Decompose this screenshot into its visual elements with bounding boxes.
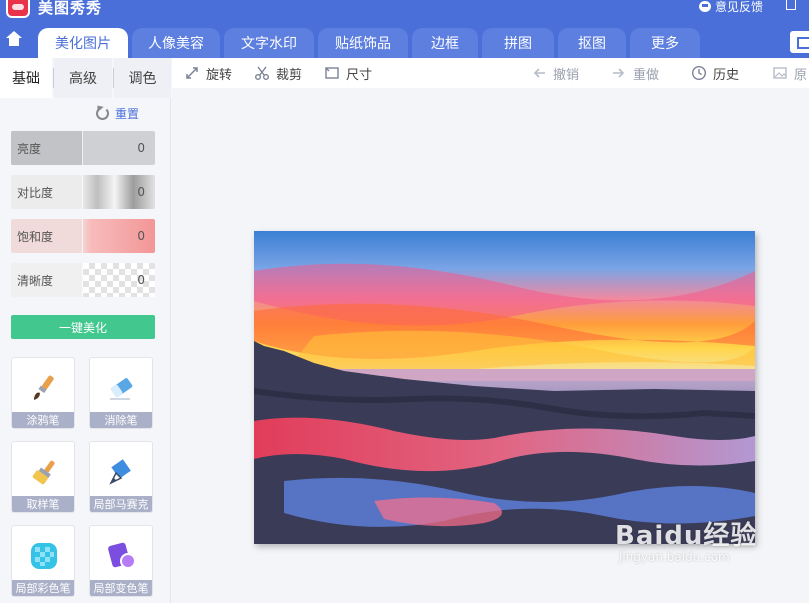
title-bar: 美图秀秀 意见反馈 xyxy=(0,0,809,28)
local-recolor-pen-tool[interactable]: 局部变色笔 xyxy=(89,525,153,597)
tool-label: 局部彩色笔 xyxy=(12,580,74,596)
undo-arrow-icon xyxy=(533,68,545,78)
image-icon xyxy=(773,67,787,79)
feedback-label: 意见反馈 xyxy=(715,0,764,14)
tab-beautify[interactable]: 美化图片 xyxy=(38,28,128,58)
subtab-advanced[interactable]: 高级 xyxy=(54,58,112,98)
watermark-url: jingyan.baidu.com xyxy=(619,550,730,564)
brightness-label: 亮度 xyxy=(11,131,82,165)
rotate-button[interactable]: 旋转 xyxy=(184,58,232,88)
tool-label: 涂鸦笔 xyxy=(12,412,74,428)
sharpness-value: 0 xyxy=(137,273,145,287)
undo-button[interactable]: 撤销 xyxy=(531,58,579,88)
one-click-beautify-button[interactable]: 一键美化 xyxy=(11,315,155,339)
slider-divider xyxy=(82,263,83,297)
slider-divider xyxy=(82,219,83,253)
scissors-icon xyxy=(255,66,269,80)
sharpness-slider[interactable]: 清晰度 0 xyxy=(11,263,155,297)
app-logo-icon xyxy=(6,0,30,18)
resize-button[interactable]: 尺寸 xyxy=(324,58,372,88)
tab-cutout[interactable]: 抠图 xyxy=(558,28,626,58)
crop-label: 裁剪 xyxy=(276,67,303,83)
sample-brush-icon xyxy=(32,460,55,485)
redo-arrow-icon xyxy=(613,68,625,78)
baidu-watermark: Baidu经验 jingyan.baidu.com xyxy=(615,515,757,564)
paintbrush-icon xyxy=(34,375,54,400)
image-canvas[interactable]: Baidu经验 jingyan.baidu.com xyxy=(172,88,809,603)
saturation-label: 饱和度 xyxy=(17,229,54,244)
saturation-value: 0 xyxy=(137,229,145,243)
tab-more[interactable]: 更多 xyxy=(630,28,700,58)
redo-label: 重做 xyxy=(633,67,660,83)
redo-button[interactable]: 重做 xyxy=(611,58,659,88)
sample-pen-tool[interactable]: 取样笔 xyxy=(11,441,75,513)
tab-portrait[interactable]: 人像美容 xyxy=(132,28,220,58)
eraser-icon xyxy=(110,378,133,400)
doodle-pen-tool[interactable]: 涂鸦笔 xyxy=(11,357,75,429)
tool-label: 消除笔 xyxy=(90,412,152,428)
history-label: 历史 xyxy=(713,67,740,83)
rotate-icon xyxy=(186,67,198,79)
screen-button[interactable] xyxy=(790,31,809,53)
color-brush-icon xyxy=(31,543,57,569)
tab-border[interactable]: 边框 xyxy=(412,28,478,58)
tool-label: 取样笔 xyxy=(12,496,74,512)
watermark-main: Baidu经验 xyxy=(615,521,758,551)
home-button[interactable] xyxy=(0,28,28,58)
photo-image xyxy=(254,231,755,544)
tab-stickers[interactable]: 贴纸饰品 xyxy=(318,28,408,58)
history-button[interactable]: 历史 xyxy=(691,58,739,88)
feedback-button[interactable]: 意见反馈 xyxy=(699,0,763,15)
crop-button[interactable]: 裁剪 xyxy=(254,58,302,88)
tab-collage[interactable]: 拼图 xyxy=(482,28,554,58)
recolor-brush-icon xyxy=(108,542,136,569)
saturation-slider[interactable]: 饱和度 0 xyxy=(11,219,155,253)
sharpness-label: 清晰度 xyxy=(11,263,82,297)
original-image-button[interactable]: 原 xyxy=(772,58,807,88)
home-icon xyxy=(6,31,22,49)
sunset-seascape-photo[interactable] xyxy=(254,231,755,544)
local-mosaic-tool[interactable]: 局部马赛克 xyxy=(89,441,153,513)
size-label: 尺寸 xyxy=(346,67,373,83)
subtab-basic[interactable]: 基础 xyxy=(0,58,52,98)
reset-button[interactable]: 重置 xyxy=(96,105,139,122)
contrast-label: 对比度 xyxy=(17,185,54,200)
reset-icon xyxy=(96,107,109,120)
subtab-color[interactable]: 调色 xyxy=(114,58,171,98)
app-title: 美图秀秀 xyxy=(38,0,103,17)
clock-icon xyxy=(691,65,707,81)
slider-divider xyxy=(82,131,83,165)
window-menu-icon[interactable] xyxy=(786,0,796,10)
edit-toolbar: 旋转 裁剪 尺寸 撤销 重做 历史 原 xyxy=(172,58,809,88)
eraser-pen-tool[interactable]: 消除笔 xyxy=(89,357,153,429)
left-panel: 基础 高级 调色 重置 亮度 0 对比度 0 饱和度 0 清晰度 0 一键美化 … xyxy=(0,58,171,603)
slider-divider xyxy=(82,175,83,209)
tool-label: 局部马赛克 xyxy=(90,496,152,512)
tool-label: 局部变色笔 xyxy=(90,580,152,596)
rotate-label: 旋转 xyxy=(206,67,233,83)
undo-label: 撤销 xyxy=(553,67,580,83)
contrast-value: 0 xyxy=(137,185,145,199)
chat-bubble-icon xyxy=(699,1,711,12)
main-tab-bar: 美化图片 人像美容 文字水印 贴纸饰品 边框 拼图 抠图 更多 xyxy=(0,28,809,58)
size-icon xyxy=(325,67,339,79)
brightness-slider[interactable]: 亮度 0 xyxy=(11,131,155,165)
subtab-bar: 基础 高级 调色 xyxy=(0,58,171,98)
mosaic-pen-icon xyxy=(109,459,131,485)
original-label: 原 xyxy=(794,67,808,83)
contrast-slider[interactable]: 对比度 0 xyxy=(11,175,155,209)
reset-label: 重置 xyxy=(115,107,140,121)
tab-text-watermark[interactable]: 文字水印 xyxy=(224,28,314,58)
local-color-pen-tool[interactable]: 局部彩色笔 xyxy=(11,525,75,597)
brightness-value: 0 xyxy=(137,141,145,155)
